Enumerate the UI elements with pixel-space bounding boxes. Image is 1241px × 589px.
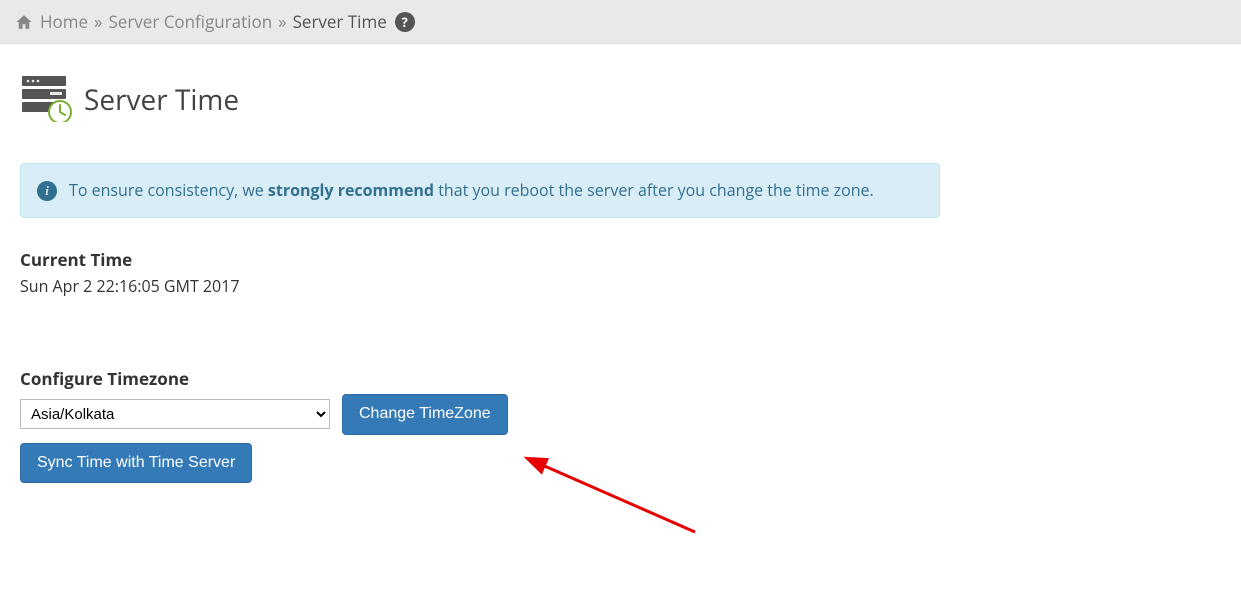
breadcrumb-current: Server Time — [293, 10, 387, 33]
alert-suffix: that you reboot the server after you cha… — [434, 179, 874, 201]
timezone-select[interactable]: Asia/Kolkata — [20, 399, 330, 429]
breadcrumb-sep-1: » — [94, 10, 102, 33]
page-title: Server Time — [84, 81, 239, 119]
sync-time-button[interactable]: Sync Time with Time Server — [20, 443, 252, 484]
change-timezone-button[interactable]: Change TimeZone — [342, 394, 508, 435]
breadcrumb-server-config-link[interactable]: Server Configuration — [108, 10, 272, 33]
alert-strong: strongly recommend — [268, 179, 434, 201]
server-time-icon — [20, 72, 74, 127]
home-icon — [14, 13, 34, 31]
breadcrumb-sep-2: » — [278, 10, 286, 33]
breadcrumb: Home » Server Configuration » Server Tim… — [0, 0, 1241, 44]
current-time-label: Current Time — [20, 248, 940, 271]
info-alert: i To ensure consistency, we strongly rec… — [20, 163, 940, 218]
page-title-row: Server Time — [20, 72, 940, 127]
help-icon[interactable]: ? — [395, 12, 415, 32]
current-time-value: Sun Apr 2 22:16:05 GMT 2017 — [20, 275, 940, 297]
alert-text: To ensure consistency, we strongly recom… — [69, 178, 874, 203]
alert-prefix: To ensure consistency, we — [69, 179, 268, 201]
info-icon: i — [37, 181, 57, 201]
timezone-label: Configure Timezone — [20, 367, 940, 390]
breadcrumb-home-link[interactable]: Home — [40, 10, 88, 33]
